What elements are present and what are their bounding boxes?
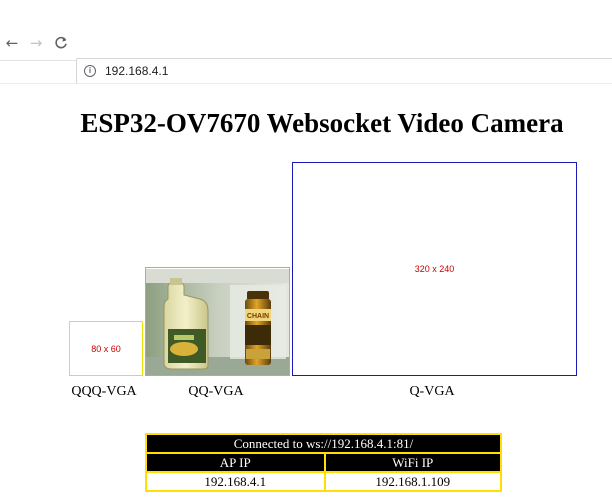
- qqq-vga-canvas: 80 x 60: [69, 321, 143, 376]
- qqq-vga-placeholder: 80 x 60: [91, 343, 121, 354]
- wifi-ip-header: WiFi IP: [323, 454, 500, 471]
- forward-arrow-icon[interactable]: →: [25, 32, 47, 54]
- wifi-ip-value: 192.168.1.109: [323, 473, 500, 490]
- ap-ip-value: 192.168.4.1: [147, 473, 324, 490]
- browser-toolbar: ← → i 192.168.4.1: [0, 28, 612, 84]
- svg-text:CHAIN: CHAIN: [247, 313, 269, 320]
- q-vga-label: Q-VGA: [409, 384, 455, 399]
- reload-icon[interactable]: [50, 32, 72, 54]
- ap-ip-header: AP IP: [147, 454, 324, 471]
- q-vga-placeholder: 320 x 240: [414, 264, 455, 274]
- page-top-bar: [0, 61, 612, 84]
- qqq-vga-label: QQQ-VGA: [71, 384, 137, 399]
- connection-status-text: Connected to ws://192.168.4.1:81/: [147, 435, 500, 452]
- connection-status-table: Connected to ws://192.168.4.1:81/ AP IP …: [145, 433, 502, 492]
- back-arrow-icon[interactable]: ←: [1, 32, 23, 54]
- camera-frame-image: CHAIN: [146, 268, 289, 375]
- q-vga-canvas: 320 x 240: [292, 162, 577, 376]
- qq-vga-label: QQ-VGA: [188, 384, 244, 399]
- browser-top-strip: [0, 0, 612, 28]
- qq-vga-canvas: CHAIN: [145, 267, 290, 376]
- reload-icon-glyph: [55, 36, 67, 49]
- page-title: ESP32-OV7670 Websocket Video Camera: [80, 108, 564, 138]
